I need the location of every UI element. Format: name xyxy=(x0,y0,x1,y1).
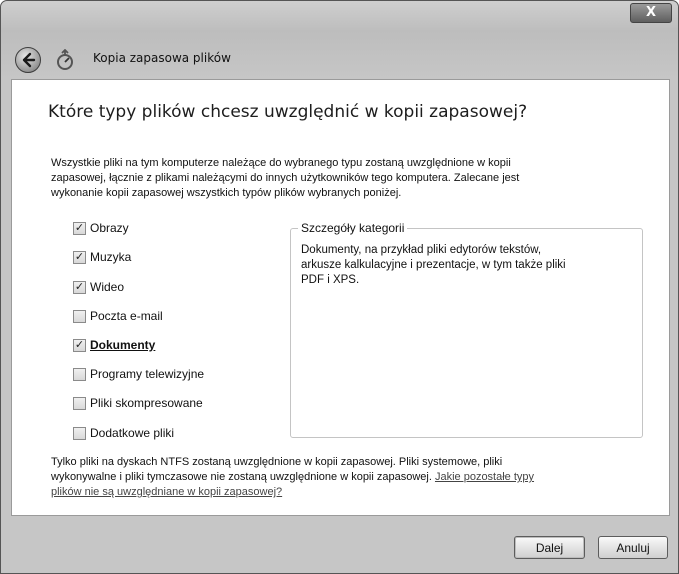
note-line: wykonywalne i pliki tymczasowe nie zosta… xyxy=(51,470,651,485)
checkbox-obrazy[interactable]: ✓ Obrazy xyxy=(73,220,129,236)
note-text: wykonywalne i pliki tymczasowe nie zosta… xyxy=(51,471,435,483)
checkbox-label: Wideo xyxy=(90,280,125,294)
checkbox-checked[interactable]: ✓ xyxy=(73,250,86,264)
intro-text: Wszystkie pliki na tym komputerze należą… xyxy=(51,156,641,201)
checkbox-label: Obrazy xyxy=(90,221,129,235)
details-line: arkusze kalkulacyjne i prezentacje, w ty… xyxy=(301,259,566,271)
checkbox-checked[interactable]: ✓ xyxy=(73,221,86,235)
next-button[interactable]: Dalej xyxy=(514,536,585,559)
excluded-types-link-continued[interactable]: plików nie są uwzględniane w kopii zapas… xyxy=(51,486,282,498)
category-details-group: Szczegóły kategorii Dokumenty, na przykł… xyxy=(290,221,643,438)
back-button[interactable] xyxy=(15,47,41,73)
backup-app-icon xyxy=(57,49,73,70)
checkbox-label: Muzyka xyxy=(90,250,132,264)
details-line: PDF i XPS. xyxy=(301,274,360,286)
wizard-content-panel: Które typy plików chcesz uwzględnić w ko… xyxy=(11,79,670,516)
checkbox-wideo[interactable]: ✓ Wideo xyxy=(73,279,124,295)
checkbox-label: Pliki skompresowane xyxy=(90,396,203,410)
details-description: Dokumenty, na przykład pliki edytorów te… xyxy=(301,243,601,288)
button-bar: Dalej Anuluj xyxy=(1,517,678,573)
checkbox-unchecked[interactable] xyxy=(73,309,86,323)
checkbox-checked[interactable]: ✓ xyxy=(73,338,86,352)
checkbox-label: Dodatkowe pliki xyxy=(90,426,175,440)
backup-wizard-window: X Kopia zapasowa plików Które typy plikó… xyxy=(0,0,679,574)
checkbox-pliki-skompresowane[interactable]: Pliki skompresowane xyxy=(73,395,203,411)
navigation-bar: Kopia zapasowa plików xyxy=(1,35,678,79)
checkbox-label: Dokumenty xyxy=(90,338,156,352)
note-line: Tylko pliki na dyskach NTFS zostaną uwzg… xyxy=(51,456,503,468)
checkbox-unchecked[interactable] xyxy=(73,367,86,381)
checkbox-dodatkowe-pliki[interactable]: Dodatkowe pliki xyxy=(73,425,174,441)
checkbox-unchecked[interactable] xyxy=(73,426,86,440)
checkbox-muzyka[interactable]: ✓ Muzyka xyxy=(73,249,131,265)
checkbox-unchecked[interactable] xyxy=(73,396,86,410)
close-button[interactable]: X xyxy=(630,3,672,23)
cancel-button[interactable]: Anuluj xyxy=(598,536,668,559)
ntfs-note: Tylko pliki na dyskach NTFS zostaną uwzg… xyxy=(51,455,651,500)
note-line: plików nie są uwzględniane w kopii zapas… xyxy=(51,485,651,500)
page-title: Które typy plików chcesz uwzględnić w ko… xyxy=(48,102,528,122)
checkbox-poczta-email[interactable]: Poczta e-mail xyxy=(73,308,163,324)
intro-line: zapasowej, łącznie z plikami należącymi … xyxy=(51,172,520,184)
back-arrow-icon xyxy=(22,52,36,68)
checkbox-programy-telewizyjne[interactable]: Programy telewizyjne xyxy=(73,366,204,382)
details-line: Dokumenty, na przykład pliki edytorów te… xyxy=(301,244,542,256)
excluded-types-link[interactable]: Jakie pozostałe typy xyxy=(435,471,534,483)
window-title: Kopia zapasowa plików xyxy=(93,51,231,65)
details-legend: Szczegóły kategorii xyxy=(298,221,408,235)
checkbox-label: Programy telewizyjne xyxy=(90,367,205,381)
checkbox-checked[interactable]: ✓ xyxy=(73,280,86,294)
checkbox-label: Poczta e-mail xyxy=(90,309,163,323)
checkbox-dokumenty[interactable]: ✓ Dokumenty xyxy=(73,337,155,353)
intro-line: wykonanie kopii zapasowej wszystkich typ… xyxy=(51,187,402,199)
intro-line: Wszystkie pliki na tym komputerze należą… xyxy=(51,157,511,169)
